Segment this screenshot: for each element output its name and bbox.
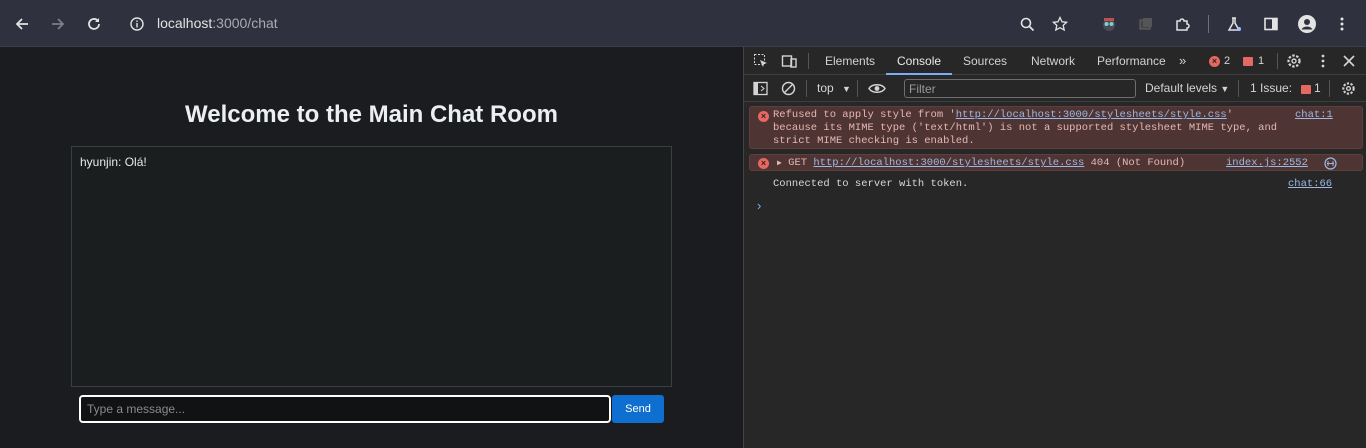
more-tabs-chevron-icon[interactable]: » <box>1179 47 1186 75</box>
network-request-icon[interactable] <box>1324 157 1337 175</box>
device-toolbar-icon[interactable] <box>781 53 797 74</box>
toolbar-divider <box>857 80 858 97</box>
console-error-text: Refused to apply style from 'http://loca… <box>773 109 1277 148</box>
forward-icon[interactable] <box>46 12 70 36</box>
tab-divider <box>808 53 809 69</box>
issue-flag-icon <box>1301 85 1311 94</box>
tab-elements[interactable]: Elements <box>825 47 875 75</box>
context-label: top <box>817 81 834 95</box>
source-link[interactable]: index.js:2552 <box>1226 157 1308 169</box>
source-link[interactable]: chat:66 <box>1288 178 1332 190</box>
console-prompt-chevron-icon[interactable]: › <box>757 198 761 213</box>
console-error-message[interactable]: × ▶ GET http://localhost:3000/stylesheet… <box>749 154 1363 171</box>
back-icon[interactable] <box>10 12 34 36</box>
issues-label: 1 Issue: <box>1250 81 1293 95</box>
expand-triangle-icon[interactable]: ▶ <box>777 159 782 168</box>
error-text-quote: ' <box>1226 109 1233 121</box>
labs-flask-icon[interactable] <box>1222 12 1246 36</box>
dropdown-arrow-icon: ▼ <box>1220 84 1230 94</box>
inspect-element-icon[interactable] <box>753 53 769 74</box>
extensions-puzzle-icon[interactable] <box>1170 12 1194 36</box>
source-link[interactable]: chat:1 <box>1295 109 1333 121</box>
tab-divider <box>1277 53 1278 69</box>
page-title: Welcome to the Main Chat Room <box>185 101 558 128</box>
devtools-menu-icon[interactable] <box>1315 53 1331 74</box>
chrome-menu-icon[interactable] <box>1330 12 1354 36</box>
close-devtools-icon[interactable] <box>1341 53 1357 74</box>
zoom-icon[interactable] <box>1015 12 1039 36</box>
request-status: 404 (Not Found) <box>1090 157 1186 169</box>
console-log-message: Connected to server with token. <box>773 178 969 190</box>
message-input[interactable] <box>79 395 611 423</box>
console-error-message[interactable]: × Refused to apply style from 'http://lo… <box>749 106 1363 149</box>
profile-avatar-icon[interactable] <box>1295 12 1319 36</box>
settings-gear-icon[interactable] <box>1286 53 1302 74</box>
address-bar[interactable]: localhost:3000/chat <box>157 15 278 31</box>
toolbar-divider <box>1329 80 1330 97</box>
reload-icon[interactable] <box>82 12 106 36</box>
chat-messages-box[interactable]: hyunjin: Olá! <box>71 146 672 387</box>
devtools-tab-bar: Elements Console Sources Network Perform… <box>744 47 1366 75</box>
toolbar-divider <box>1208 15 1209 33</box>
url-path: :3000/chat <box>212 15 278 31</box>
error-text-line2: because its MIME type ('text/html') is n… <box>773 122 1278 134</box>
console-toolbar: top ▼ Default levels ▼ 1 Issue: 1 <box>744 76 1366 102</box>
log-levels-label: Default levels <box>1145 81 1218 95</box>
url-host: localhost <box>157 15 213 31</box>
context-selector[interactable]: top ▼ <box>817 81 851 95</box>
error-icon: × <box>758 111 769 122</box>
log-levels-dropdown[interactable]: Default levels ▼ <box>1145 81 1229 95</box>
error-count-icon[interactable]: × <box>1209 56 1220 67</box>
chat-message: hyunjin: Olá! <box>80 155 147 169</box>
send-button[interactable]: Send <box>612 395 664 423</box>
tab-performance[interactable]: Performance <box>1097 47 1166 75</box>
devtools-panel: Elements Console Sources Network Perform… <box>743 47 1366 448</box>
live-expression-eye-icon[interactable] <box>868 81 886 101</box>
issue-flag-icon[interactable] <box>1243 57 1253 66</box>
error-icon: × <box>758 158 769 169</box>
stylesheet-link[interactable]: http://localhost:3000/stylesheets/style.… <box>813 157 1084 169</box>
dropdown-arrow-icon: ▼ <box>842 84 851 94</box>
console-error-text: ▶ GET http://localhost:3000/stylesheets/… <box>777 157 1185 170</box>
issues-button[interactable]: 1 Issue: <box>1250 81 1292 95</box>
error-count[interactable]: 2 <box>1224 55 1230 67</box>
error-text-prefix: Refused to apply style from ' <box>773 109 956 121</box>
side-panel-icon[interactable] <box>1259 12 1283 36</box>
extension-book-icon[interactable] <box>1134 12 1158 36</box>
error-text-line3: strict MIME checking is enabled. <box>773 135 975 147</box>
tab-sources[interactable]: Sources <box>963 47 1007 75</box>
clear-console-icon[interactable] <box>781 81 796 101</box>
request-method: GET <box>788 157 808 169</box>
tab-network[interactable]: Network <box>1031 47 1075 75</box>
bookmark-star-icon[interactable] <box>1048 12 1072 36</box>
issues-count: 1 <box>1314 81 1321 95</box>
console-settings-gear-icon[interactable] <box>1341 81 1356 101</box>
browser-toolbar: localhost:3000/chat <box>0 0 1366 47</box>
toolbar-divider <box>806 80 807 97</box>
sidebar-toggle-icon[interactable] <box>753 81 768 101</box>
console-filter-input[interactable] <box>904 79 1136 98</box>
site-info-icon[interactable] <box>125 12 149 36</box>
chat-page: Welcome to the Main Chat Room hyunjin: O… <box>0 47 743 448</box>
warning-count[interactable]: 1 <box>1258 55 1264 67</box>
toolbar-divider <box>1238 80 1239 97</box>
stylesheet-link[interactable]: http://localhost:3000/stylesheets/style.… <box>956 109 1227 121</box>
extension-spy-icon[interactable] <box>1097 12 1121 36</box>
tab-console[interactable]: Console <box>886 47 953 75</box>
